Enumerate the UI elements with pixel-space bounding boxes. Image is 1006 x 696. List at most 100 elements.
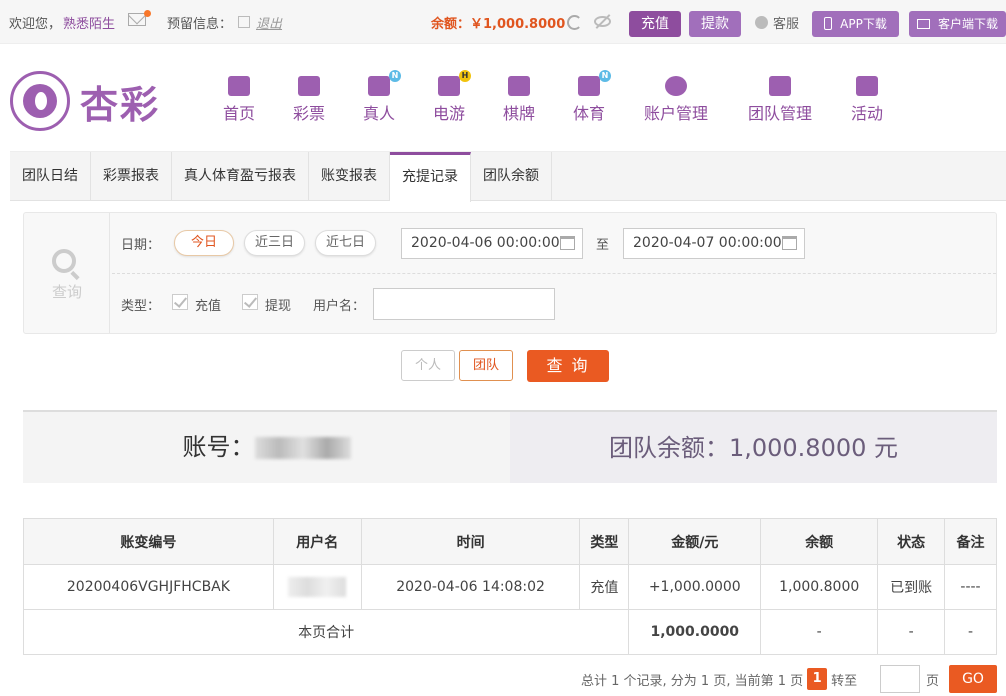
site-logo[interactable]: 杏彩 (10, 70, 160, 132)
logo-mark-icon (10, 71, 70, 131)
hide-balance-icon[interactable] (594, 16, 611, 27)
total-amount: 1,000.0000 (628, 609, 762, 655)
recharge-button[interactable]: 充值 (629, 11, 681, 37)
total-balance: - (760, 609, 879, 655)
record-id: 20200406VGHJFHCBAK (23, 564, 274, 610)
nav-egame[interactable]: H 电游 (432, 70, 471, 124)
logo-text: 杏彩 (80, 81, 161, 127)
team-icon (769, 76, 791, 96)
mail-icon[interactable] (128, 13, 146, 26)
to-label: 至 (596, 238, 610, 253)
col-header: 类型 (579, 518, 630, 565)
go-button[interactable]: GO (949, 665, 997, 693)
divider (112, 273, 996, 274)
current-page-button[interactable]: 1 (807, 668, 828, 690)
record-username (272, 564, 362, 610)
nav-home[interactable]: 首页 (222, 76, 256, 124)
monitor-icon (916, 19, 930, 29)
range-today[interactable]: 今日 (174, 230, 234, 256)
refresh-icon[interactable] (567, 15, 582, 30)
lottery-icon (298, 76, 320, 96)
withdraw-checkbox-label: 提现 (265, 299, 292, 314)
tab-lottery-report[interactable]: 彩票报表 (91, 152, 172, 201)
goto-label: 转至 (831, 673, 858, 689)
nav-account[interactable]: 账户管理 (642, 76, 710, 124)
record-status: 已到账 (877, 564, 946, 610)
account-info: 账号： (23, 412, 510, 483)
balance-text: 余额：￥1,000.8000 (431, 16, 566, 32)
query-panel: 查询 日期： 今日 近三日 近七日 2020-04-06 00:00:00 至 … (23, 212, 997, 334)
username-label: 用户名： (313, 299, 366, 314)
personal-button[interactable]: 个人 (401, 350, 455, 381)
phone-icon (824, 17, 833, 30)
cards-icon (508, 76, 530, 96)
tab-deposit-withdraw[interactable]: 充提记录 (390, 152, 471, 202)
query-side: 查询 (24, 213, 110, 333)
end-date-input[interactable]: 2020-04-07 00:00:00 (623, 228, 805, 259)
record-amount: +1,000.0000 (628, 564, 762, 610)
masked-username (288, 577, 347, 597)
tab-live-sports-report[interactable]: 真人体育盈亏报表 (172, 152, 309, 201)
record-time: 2020-04-06 14:08:02 (360, 564, 581, 610)
record-balance: 1,000.8000 (760, 564, 879, 610)
team-balance-info: 团队余额：1,000.8000 元 (510, 412, 997, 483)
live-icon: N (368, 70, 401, 96)
username-input[interactable] (373, 288, 555, 320)
home-icon (228, 76, 250, 96)
gamepad-icon: H (438, 70, 471, 96)
record-type: 充值 (579, 564, 630, 610)
records-table: 账变编号 用户名 时间 类型 金额/元 余额 状态 备注 20200406VGH… (22, 518, 997, 655)
yen-icon (665, 76, 687, 96)
withdraw-checkbox[interactable] (242, 294, 258, 310)
app-download-button[interactable]: APP下载 (812, 11, 899, 37)
record-note: ---- (944, 564, 997, 610)
gift-icon (856, 76, 878, 96)
col-header: 余额 (760, 518, 879, 565)
range-3days[interactable]: 近三日 (244, 230, 305, 256)
welcome-text: 欢迎您， 熟悉陌生 (9, 0, 115, 44)
nav-lottery[interactable]: 彩票 (292, 76, 326, 124)
masked-account (254, 437, 351, 459)
trophy-icon: N (578, 70, 611, 96)
client-download-button[interactable]: 客户端下载 (909, 11, 1006, 37)
table-total-row: 本页合计 1,000.0000 - - - (22, 609, 997, 655)
total-status: - (877, 609, 946, 655)
logout-link[interactable]: 退出 (256, 13, 282, 32)
total-note: - (944, 609, 997, 655)
col-header: 金额/元 (628, 518, 762, 565)
edit-icon[interactable] (238, 16, 251, 28)
calendar-icon[interactable] (560, 236, 575, 250)
tab-account-change[interactable]: 账变报表 (309, 152, 390, 201)
pagination: 总计 1 个记录, 分为 1 页, 当前第 1 页 1 转至 (581, 666, 857, 692)
username[interactable]: 熟悉陌生 (63, 13, 115, 32)
recharge-checkbox-label: 充值 (195, 299, 222, 314)
report-tabs: 团队日结 彩票报表 真人体育盈亏报表 账变报表 充提记录 团队余额 (10, 151, 1006, 202)
col-header: 用户名 (272, 518, 362, 565)
unread-dot-icon (144, 10, 151, 17)
nav-activity[interactable]: 活动 (850, 76, 884, 124)
col-header: 时间 (360, 518, 581, 565)
account-summary: 账号： 团队余额：1,000.8000 元 (23, 410, 997, 483)
new-badge: N (389, 70, 401, 82)
nav-sports[interactable]: N 体育 (572, 70, 611, 124)
tab-team-balance[interactable]: 团队余额 (471, 152, 552, 201)
nav-live[interactable]: N 真人 (362, 70, 401, 124)
nav-chess[interactable]: 棋牌 (502, 76, 536, 124)
col-header: 状态 (877, 518, 946, 565)
recharge-checkbox[interactable] (172, 294, 188, 310)
range-7days[interactable]: 近七日 (315, 230, 376, 256)
table-row: 20200406VGHJFHCBAK 2020-04-06 14:08:02 充… (23, 564, 997, 610)
nav-team[interactable]: 团队管理 (746, 76, 814, 124)
calendar-icon[interactable] (782, 236, 797, 250)
tab-team-daily[interactable]: 团队日结 (10, 152, 91, 201)
customer-service-link[interactable]: 客服 (755, 0, 799, 44)
date-label: 日期： (121, 238, 161, 253)
new-badge: N (599, 70, 611, 82)
query-button[interactable]: 查 询 (527, 350, 609, 382)
goto-page-input[interactable] (880, 665, 920, 693)
service-icon (755, 15, 768, 29)
start-date-input[interactable]: 2020-04-06 00:00:00 (401, 228, 583, 259)
withdraw-button[interactable]: 提款 (689, 11, 741, 37)
search-icon (52, 249, 76, 273)
team-button[interactable]: 团队 (459, 350, 513, 381)
